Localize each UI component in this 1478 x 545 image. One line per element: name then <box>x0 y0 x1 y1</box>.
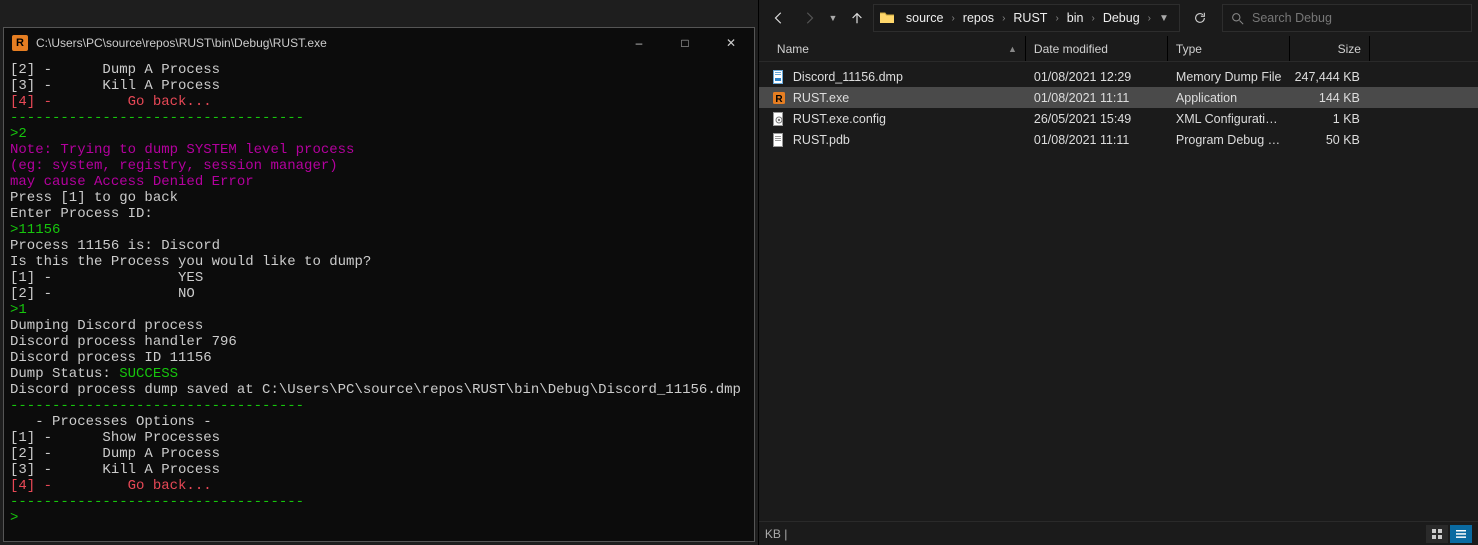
column-type[interactable]: Type <box>1168 36 1290 61</box>
console-line: Note: Trying to dump SYSTEM level proces… <box>10 142 754 158</box>
folder-icon <box>878 9 896 27</box>
file-date: 01/08/2021 11:11 <box>1026 133 1168 147</box>
file-row[interactable]: RUST.exe.config26/05/2021 15:49XML Confi… <box>759 108 1478 129</box>
column-size-label: Size <box>1338 42 1361 56</box>
nav-up-button[interactable] <box>843 4 871 32</box>
svg-text:R: R <box>775 94 783 105</box>
file-type: Program Debug D... <box>1168 133 1290 147</box>
search-icon <box>1231 12 1244 25</box>
column-date-label: Date modified <box>1034 42 1108 56</box>
column-name-label: Name <box>777 42 809 56</box>
nav-forward-button[interactable] <box>795 4 823 32</box>
file-date: 01/08/2021 12:29 <box>1026 70 1168 84</box>
file-row[interactable]: Discord_11156.dmp01/08/2021 12:29Memory … <box>759 66 1478 87</box>
console-line: Is this the Process you would like to du… <box>10 254 754 270</box>
file-icon <box>769 111 789 127</box>
breadcrumb-item[interactable]: repos <box>957 5 1000 31</box>
file-size: 247,444 KB <box>1290 70 1368 84</box>
column-name[interactable]: Name ▲ <box>769 36 1026 61</box>
column-type-label: Type <box>1176 42 1202 56</box>
console-line: ----------------------------------- <box>10 398 754 414</box>
file-name: RUST.pdb <box>789 133 1026 147</box>
column-date[interactable]: Date modified <box>1026 36 1168 61</box>
console-line: >11156 <box>10 222 754 238</box>
breadcrumb-item[interactable]: source <box>900 5 950 31</box>
console-line: [2] - NO <box>10 286 754 302</box>
breadcrumb-item[interactable]: bin <box>1061 5 1090 31</box>
breadcrumb-separator-icon: › <box>949 13 956 24</box>
status-text: KB | <box>765 527 787 541</box>
console-titlebar[interactable]: R C:\Users\PC\source\repos\RUST\bin\Debu… <box>4 28 754 58</box>
breadcrumb-separator-icon: › <box>1000 13 1007 24</box>
minimize-button[interactable]: – <box>616 28 662 58</box>
search-box[interactable] <box>1222 4 1472 32</box>
console-line: Process 11156 is: Discord <box>10 238 754 254</box>
console-line: [2] - Dump A Process <box>10 62 754 78</box>
column-size[interactable]: Size <box>1290 36 1370 61</box>
search-input[interactable] <box>1252 11 1463 25</box>
address-bar[interactable]: source›repos›RUST›bin›Debug› ▼ <box>873 4 1180 32</box>
maximize-button[interactable]: □ <box>662 28 708 58</box>
file-size: 50 KB <box>1290 133 1368 147</box>
breadcrumb-separator-icon: › <box>1146 13 1153 24</box>
address-dropdown[interactable]: ▼ <box>1153 5 1175 31</box>
console-line: Dumping Discord process <box>10 318 754 334</box>
console-line: ----------------------------------- <box>10 110 754 126</box>
file-list[interactable]: Discord_11156.dmp01/08/2021 12:29Memory … <box>759 62 1478 521</box>
console-line: ----------------------------------- <box>10 494 754 510</box>
console-line: [4] - Go back... <box>10 94 754 110</box>
file-type: XML Configuratio... <box>1168 112 1290 126</box>
console-title: C:\Users\PC\source\repos\RUST\bin\Debug\… <box>36 36 616 50</box>
file-name: Discord_11156.dmp <box>789 70 1026 84</box>
breadcrumb-item[interactable]: Debug <box>1097 5 1146 31</box>
console-line: [3] - Kill A Process <box>10 462 754 478</box>
file-date: 01/08/2021 11:11 <box>1026 91 1168 105</box>
file-size: 1 KB <box>1290 112 1368 126</box>
file-row[interactable]: RUST.pdb01/08/2021 11:11Program Debug D.… <box>759 129 1478 150</box>
console-line: may cause Access Denied Error <box>10 174 754 190</box>
view-large-icons-button[interactable] <box>1426 525 1448 543</box>
refresh-button[interactable] <box>1186 4 1214 32</box>
console-line: [2] - Dump A Process <box>10 446 754 462</box>
console-app-icon: R <box>12 35 28 51</box>
console-line: [1] - YES <box>10 270 754 286</box>
console-line: [3] - Kill A Process <box>10 78 754 94</box>
close-button[interactable]: ✕ <box>708 28 754 58</box>
nav-recent-dropdown[interactable]: ▼ <box>825 4 841 32</box>
file-type: Application <box>1168 91 1290 105</box>
file-name: RUST.exe <box>789 91 1026 105</box>
file-row[interactable]: R RUST.exe01/08/2021 11:11Application144 … <box>759 87 1478 108</box>
console-line: Enter Process ID: <box>10 206 754 222</box>
console-line: Press [1] to go back <box>10 190 754 206</box>
breadcrumb-separator-icon: › <box>1089 13 1096 24</box>
file-icon <box>769 132 789 148</box>
file-date: 26/05/2021 15:49 <box>1026 112 1168 126</box>
console-output[interactable]: [2] - Dump A Process[3] - Kill A Process… <box>4 58 754 541</box>
console-line: > <box>10 510 754 526</box>
console-line: - Processes Options - <box>10 414 754 430</box>
breadcrumb-item[interactable]: RUST <box>1007 5 1053 31</box>
sort-indicator-icon: ▲ <box>1008 44 1017 54</box>
console-line: [4] - Go back... <box>10 478 754 494</box>
console-line: Discord process ID 11156 <box>10 350 754 366</box>
console-line: Discord process handler 796 <box>10 334 754 350</box>
explorer-nav: ▼ source›repos›RUST›bin›Debug› ▼ <box>759 0 1478 36</box>
status-bar: KB | <box>759 521 1478 545</box>
column-headers: Name ▲ Date modified Type Size <box>759 36 1478 62</box>
file-name: RUST.exe.config <box>789 112 1026 126</box>
console-line: >2 <box>10 126 754 142</box>
view-details-button[interactable] <box>1450 525 1472 543</box>
nav-back-button[interactable] <box>765 4 793 32</box>
console-line: (eg: system, registry, session manager) <box>10 158 754 174</box>
file-explorer: ▼ source›repos›RUST›bin›Debug› ▼ <box>758 0 1478 545</box>
breadcrumb-separator-icon: › <box>1053 13 1060 24</box>
console-line: Dump Status: SUCCESS <box>10 366 754 382</box>
file-type: Memory Dump File <box>1168 70 1290 84</box>
file-size: 144 KB <box>1290 91 1368 105</box>
console-line: Discord process dump saved at C:\Users\P… <box>10 382 754 398</box>
console-line: [1] - Show Processes <box>10 430 754 446</box>
file-icon <box>769 69 789 85</box>
file-icon: R <box>769 90 789 106</box>
console-line: >1 <box>10 302 754 318</box>
